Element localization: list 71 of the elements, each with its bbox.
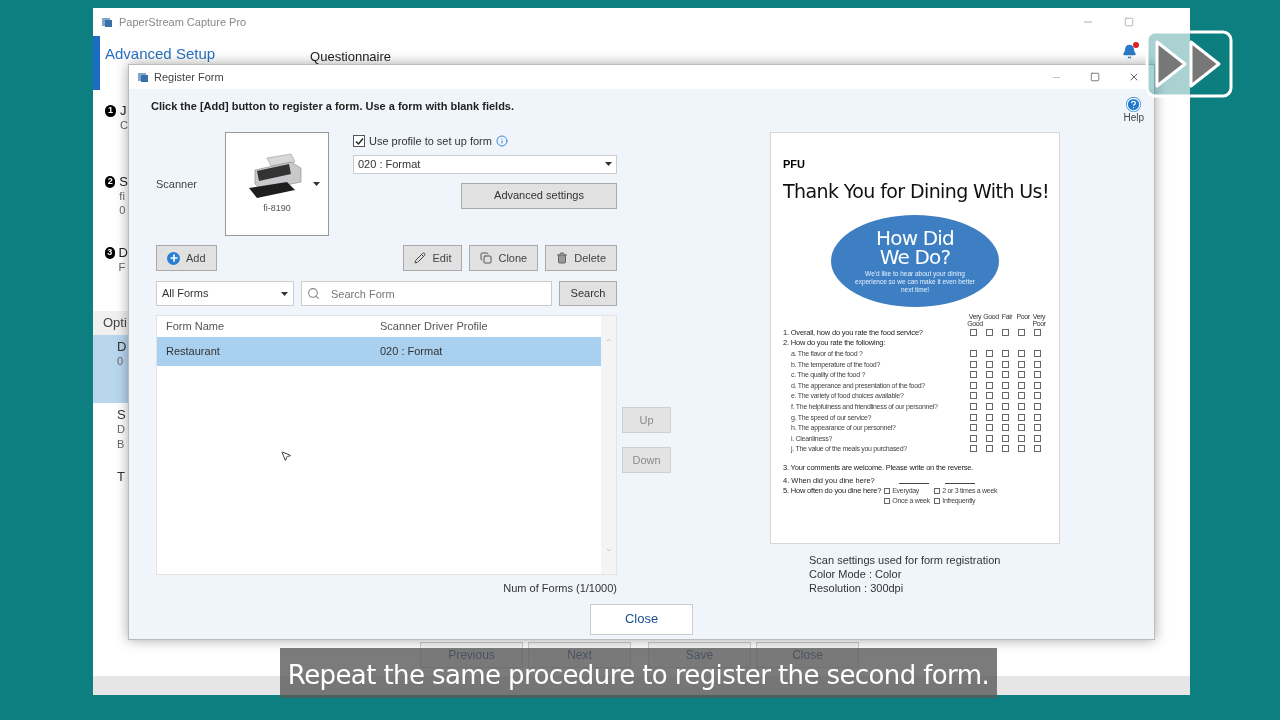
scanner-label: Scanner: [156, 176, 198, 192]
app-icon: [101, 16, 113, 28]
section-header: Opti: [93, 311, 128, 335]
close-button[interactable]: Close: [590, 603, 693, 635]
add-icon: [167, 251, 180, 265]
forms-count: Num of Forms (1/1000): [503, 581, 617, 596]
clone-button[interactable]: Clone: [469, 245, 539, 271]
table-row[interactable]: Restaurant 020 : Format: [157, 337, 601, 366]
copy-icon: [480, 252, 493, 264]
pencil-icon: [414, 252, 427, 264]
maximize-icon[interactable]: [1090, 72, 1100, 82]
option-item[interactable]: S D B: [93, 403, 128, 465]
step-number: 1: [105, 105, 117, 117]
form-title: Thank You for Dining With Us!: [783, 182, 1047, 201]
instruction-text: Click the [Add] button to register a form. Use a form with blank fields.: [151, 99, 515, 114]
accent-bar: [93, 36, 100, 90]
app-icon: [137, 71, 149, 83]
notification-badge: [1133, 42, 1139, 48]
cursor-icon: [280, 450, 292, 462]
window-title: PaperStream Capture Pro: [119, 14, 247, 30]
step-text: D: [118, 246, 128, 260]
dropdown-caret-icon: [605, 162, 612, 166]
scroll-up-icon[interactable]: [604, 336, 613, 344]
notification-bell-icon[interactable]: [1122, 44, 1137, 59]
help-button[interactable]: Help: [1123, 97, 1144, 124]
add-button[interactable]: Add: [156, 245, 217, 271]
scan-setting-text: Color Mode : Color: [809, 567, 903, 581]
search-field[interactable]: Search Form: [301, 281, 552, 306]
scan-setting-text: Scan settings used for form registration: [809, 553, 1002, 567]
checkbox-label: Use profile to set up form: [369, 134, 492, 149]
advanced-settings-button[interactable]: Advanced settings: [461, 182, 617, 209]
page-title: Questionnaire: [310, 50, 392, 63]
fill-in-line: [899, 483, 929, 485]
banner-heading: We Do?: [879, 247, 951, 267]
scanner-selector[interactable]: fi-8190: [225, 132, 329, 236]
table-cell-text: 020 : Format: [380, 344, 443, 360]
scan-setting-text: Resolution : 300dpi: [809, 581, 905, 595]
step-text: F: [118, 260, 127, 274]
skip-forward-icon[interactable]: [1145, 30, 1233, 98]
use-profile-checkbox[interactable]: [353, 135, 365, 148]
header-title: Advanced Setup: [105, 46, 216, 61]
search-icon: [307, 287, 320, 300]
column-header: Scanner Driver Profile: [380, 319, 488, 335]
step-text: fi: [119, 189, 126, 203]
profile-select[interactable]: 020 : Format: [353, 154, 617, 174]
brand-text: PFU: [783, 159, 806, 170]
fill-in-line: [945, 483, 975, 485]
filter-select[interactable]: All Forms: [156, 281, 294, 306]
step-text: J: [120, 104, 128, 118]
close-icon[interactable]: [1128, 71, 1140, 83]
step-number: 3: [105, 247, 115, 259]
delete-button[interactable]: Delete: [545, 245, 617, 271]
trash-icon: [556, 252, 569, 264]
dropdown-caret-icon: [313, 182, 320, 186]
banner-heading: How Did: [875, 228, 954, 248]
option-item[interactable]: T: [93, 465, 128, 527]
edit-button[interactable]: Edit: [403, 245, 463, 271]
table-cell-text: Restaurant: [165, 344, 221, 360]
option-item[interactable]: D 0: [93, 335, 128, 403]
dialog-title: Register Form: [154, 69, 224, 85]
column-header: Form Name: [165, 319, 226, 335]
info-icon[interactable]: [495, 135, 508, 148]
dropdown-caret-icon: [281, 291, 288, 296]
step-text: C: [120, 118, 128, 132]
scroll-down-icon[interactable]: [604, 546, 613, 554]
step-text: 0: [119, 203, 127, 217]
help-icon: [1126, 97, 1142, 112]
search-button[interactable]: Search: [559, 281, 617, 306]
maximize-icon[interactable]: [1124, 17, 1134, 27]
step-text: S: [119, 175, 128, 189]
step-number: 2: [105, 176, 116, 188]
